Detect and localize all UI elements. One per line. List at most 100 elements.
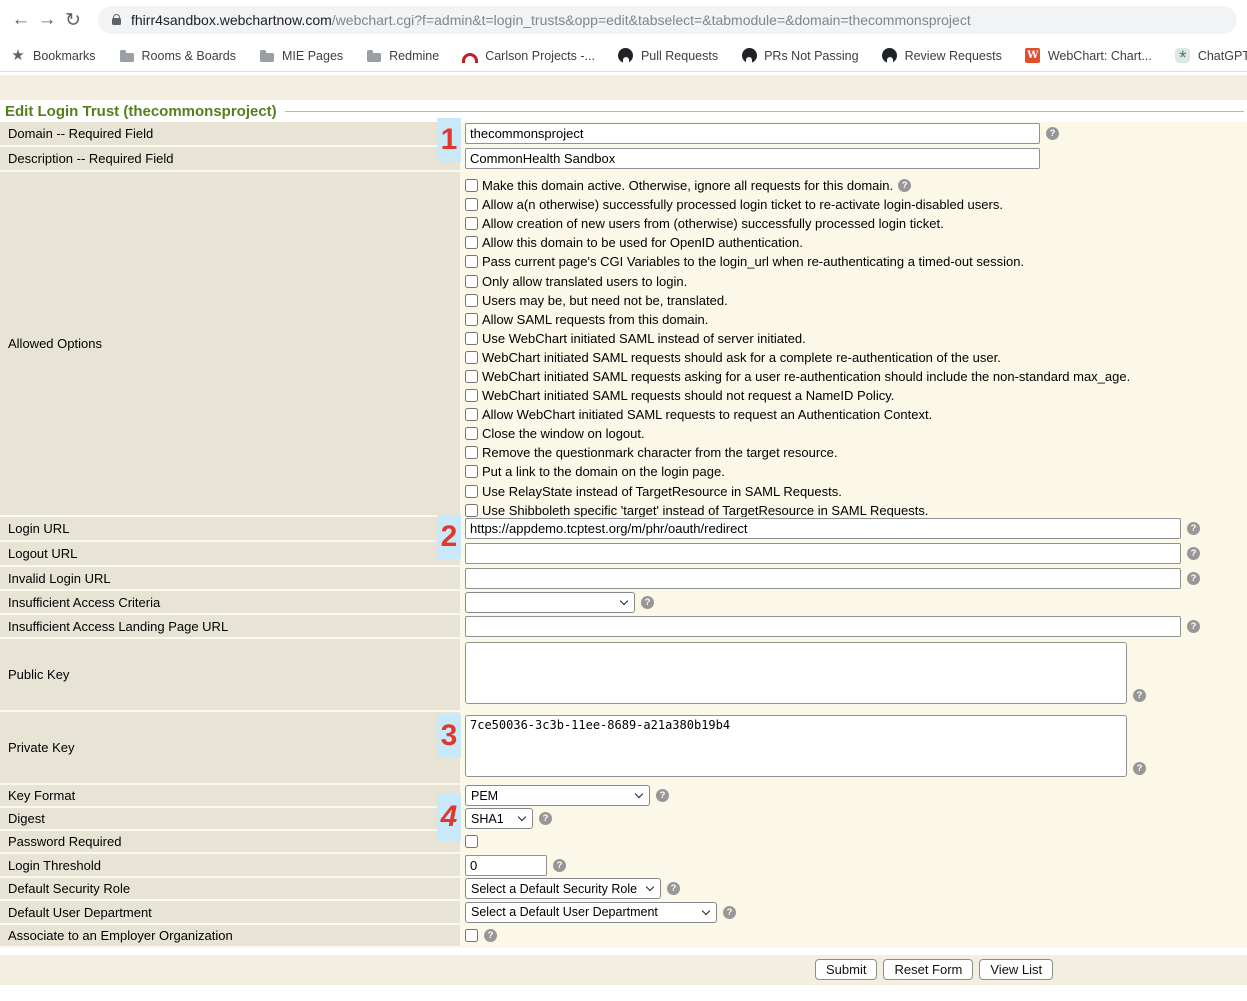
option-checkbox[interactable]	[465, 446, 478, 459]
bookmark-item[interactable]: MIE Pages	[259, 48, 343, 64]
help-icon[interactable]	[1046, 127, 1059, 140]
allowed-option: Allow creation of new users from (otherw…	[465, 214, 1130, 233]
insufficient-access-landing-input[interactable]	[465, 616, 1181, 637]
help-icon[interactable]	[898, 179, 911, 192]
option-checkbox[interactable]	[465, 198, 478, 211]
allowed-option: WebChart initiated SAML requests asking …	[465, 367, 1130, 386]
help-icon[interactable]	[656, 789, 669, 802]
option-checkbox[interactable]	[465, 485, 478, 498]
digest-select[interactable]: SHA1	[465, 808, 533, 829]
url-path: /webchart.cgi?f=admin&t=login_trusts&opp…	[332, 12, 971, 28]
reload-button[interactable]: ↻	[60, 9, 86, 32]
row-logout-url: Logout URL	[0, 542, 1247, 567]
option-checkbox[interactable]	[465, 294, 478, 307]
forward-button[interactable]: →	[34, 9, 60, 31]
option-checkbox[interactable]	[465, 332, 478, 345]
insufficient-access-landing-label: Insufficient Access Landing Page URL	[0, 615, 462, 637]
allowed-option: Remove the questionmark character from t…	[465, 443, 1130, 462]
option-checkbox[interactable]	[465, 179, 478, 192]
top-band	[0, 75, 1247, 100]
help-icon[interactable]	[723, 906, 736, 919]
row-employer-org: Associate to an Employer Organization	[0, 925, 1247, 948]
option-checkbox[interactable]	[465, 275, 478, 288]
option-checkbox[interactable]	[465, 504, 478, 517]
bookmark-icon	[10, 48, 26, 64]
help-icon[interactable]	[1133, 689, 1146, 702]
chevron-down-icon	[635, 790, 643, 798]
domain-input[interactable]	[465, 123, 1040, 144]
login-url-input[interactable]	[465, 518, 1181, 539]
bookmark-item[interactable]: Bookmarks	[10, 48, 96, 64]
annotation-4: 4	[437, 793, 461, 841]
chevron-down-icon	[620, 596, 628, 604]
login-url-label: Login URL	[0, 517, 462, 540]
public-key-label: Public Key	[0, 639, 462, 710]
row-default-user-department: Default User Department Select a Default…	[0, 901, 1247, 925]
help-icon[interactable]	[1187, 620, 1200, 633]
row-default-security-role: Default Security Role Select a Default S…	[0, 878, 1247, 901]
option-checkbox[interactable]	[465, 370, 478, 383]
option-label: Close the window on logout.	[482, 426, 645, 441]
private-key-textarea[interactable]: 7ce50036-3c3b-11ee-8689-a21a380b19b4	[465, 715, 1127, 777]
bookmark-item[interactable]: Redmine	[366, 48, 439, 64]
default-security-role-label: Default Security Role	[0, 878, 462, 899]
description-input[interactable]	[465, 148, 1040, 169]
allowed-option: Use WebChart initiated SAML instead of s…	[465, 329, 1130, 348]
allowed-option: Allow a(n otherwise) successfully proces…	[465, 195, 1130, 214]
password-required-checkbox[interactable]	[465, 835, 478, 848]
help-icon[interactable]	[1187, 522, 1200, 535]
bookmark-icon	[1025, 48, 1041, 64]
select-value: SHA1	[471, 812, 513, 826]
option-checkbox[interactable]	[465, 389, 478, 402]
help-icon[interactable]	[667, 882, 680, 895]
submit-button[interactable]: Submit	[815, 959, 877, 980]
option-checkbox[interactable]	[465, 255, 478, 268]
reset-form-button[interactable]: Reset Form	[883, 959, 973, 980]
bookmark-item[interactable]: Review Requests	[882, 48, 1002, 64]
option-checkbox[interactable]	[465, 236, 478, 249]
bookmark-item[interactable]: ChatGPT	[1175, 48, 1247, 64]
allowed-options-list: Make this domain active. Otherwise, igno…	[465, 172, 1130, 520]
login-threshold-input[interactable]	[465, 855, 547, 876]
invalid-login-url-input[interactable]	[465, 568, 1181, 589]
url-bar[interactable]: fhirr4sandbox.webchartnow.com/webchart.c…	[98, 6, 1237, 34]
employer-org-checkbox[interactable]	[465, 929, 478, 942]
allowed-option: WebChart initiated SAML requests should …	[465, 386, 1130, 405]
lock-icon[interactable]	[112, 18, 121, 25]
bookmark-item[interactable]: WebChart: Chart...	[1025, 48, 1152, 64]
default-user-department-select[interactable]: Select a Default User Department	[465, 902, 717, 923]
login-trust-form: Domain -- Required Field Description -- …	[0, 122, 1247, 948]
invalid-login-url-label: Invalid Login URL	[0, 567, 462, 589]
option-label: Use WebChart initiated SAML instead of s…	[482, 331, 806, 346]
bookmark-label: Redmine	[389, 49, 439, 63]
private-key-label: Private Key	[0, 712, 462, 783]
option-label: Use Shibboleth specific 'target' instead…	[482, 503, 928, 518]
option-checkbox[interactable]	[465, 313, 478, 326]
option-checkbox[interactable]	[465, 217, 478, 230]
row-public-key: Public Key	[0, 639, 1247, 712]
option-checkbox[interactable]	[465, 427, 478, 440]
view-list-button[interactable]: View List	[979, 959, 1053, 980]
help-icon[interactable]	[484, 929, 497, 942]
bookmark-item[interactable]: Pull Requests	[618, 48, 718, 64]
legend-divider	[285, 111, 1244, 112]
help-icon[interactable]	[1187, 572, 1200, 585]
logout-url-input[interactable]	[465, 543, 1181, 564]
bookmark-item[interactable]: PRs Not Passing	[741, 48, 858, 64]
help-icon[interactable]	[553, 859, 566, 872]
insufficient-access-criteria-select[interactable]	[465, 592, 635, 613]
bookmark-item[interactable]: Rooms & Boards	[119, 48, 236, 64]
key-format-select[interactable]: PEM	[465, 785, 650, 806]
help-icon[interactable]	[1187, 547, 1200, 560]
public-key-textarea[interactable]	[465, 642, 1127, 704]
select-value: Select a Default User Department	[471, 905, 697, 919]
help-icon[interactable]	[1133, 762, 1146, 775]
default-security-role-select[interactable]: Select a Default Security Role	[465, 878, 661, 899]
option-checkbox[interactable]	[465, 351, 478, 364]
help-icon[interactable]	[641, 596, 654, 609]
bookmark-item[interactable]: Carlson Projects -...	[462, 48, 595, 64]
option-checkbox[interactable]	[465, 408, 478, 421]
option-checkbox[interactable]	[465, 465, 478, 478]
back-button[interactable]: ←	[8, 9, 34, 31]
help-icon[interactable]	[539, 812, 552, 825]
